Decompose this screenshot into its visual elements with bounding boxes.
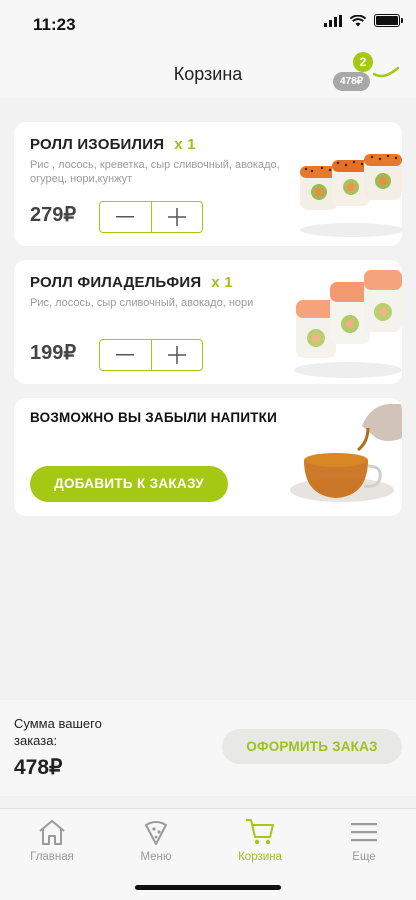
- roll-philadelphia-image: [292, 260, 402, 384]
- cart-content: РОЛЛ ИЗОБИЛИЯ x 1 Рис , лосось, креветка,…: [0, 98, 416, 698]
- battery-icon: [374, 14, 403, 27]
- home-icon: [39, 820, 65, 845]
- status-time: 11:23: [33, 15, 76, 34]
- decrease-button[interactable]: [100, 340, 152, 370]
- header: Корзина 478₽ 2: [0, 50, 416, 98]
- cart-total-badge: 478₽: [333, 72, 371, 91]
- pizza-icon: [145, 821, 167, 845]
- cart-icon: [246, 819, 274, 845]
- roll-izobilia-image: [292, 122, 402, 246]
- item-qty: x 1: [211, 274, 233, 291]
- cart-item: РОЛЛ ИЗОБИЛИЯ x 1 Рис , лосось, креветка,…: [14, 122, 402, 246]
- tab-more[interactable]: Еще: [324, 817, 404, 863]
- decrease-button[interactable]: [100, 202, 152, 232]
- tab-cart[interactable]: Корзина: [220, 817, 300, 863]
- status-bar: 11:23: [0, 0, 416, 50]
- tab-label: Корзина: [238, 851, 282, 863]
- cart-count-badge: 2: [353, 52, 373, 72]
- tab-label: Меню: [140, 851, 172, 863]
- item-qty: x 1: [174, 136, 196, 153]
- tab-home[interactable]: Главная: [12, 817, 92, 863]
- mini-cart[interactable]: 478₽ 2: [332, 52, 402, 92]
- signal-icon: [324, 14, 342, 27]
- increase-button[interactable]: [152, 340, 203, 370]
- tea-image: [284, 398, 402, 516]
- cart-item: РОЛЛ ФИЛАДЕЛЬФИЯ x 1 Рис, лосось, сыр сли…: [14, 260, 402, 384]
- home-indicator: [135, 885, 281, 890]
- promo-title: ВОЗМОЖНО ВЫ ЗАБЫЛИ НАПИТКИ: [30, 410, 278, 425]
- increase-button[interactable]: [152, 202, 203, 232]
- order-sum-label: Сумма вашего заказа:: [14, 716, 102, 748]
- cart-handle-icon: [372, 66, 400, 78]
- item-description: Рис , лосось, креветка, сыр сливочный, а…: [30, 159, 280, 185]
- wifi-icon: [350, 14, 366, 26]
- tab-menu[interactable]: Меню: [116, 817, 196, 863]
- add-to-order-button[interactable]: ДОБАВИТЬ К ЗАКАЗУ: [30, 466, 228, 502]
- minus-icon: [116, 216, 135, 218]
- plus-icon: [167, 346, 186, 364]
- tab-label: Главная: [30, 851, 74, 863]
- plus-icon: [167, 208, 186, 226]
- tab-label: Еще: [352, 851, 376, 863]
- quantity-stepper: [99, 339, 203, 371]
- item-description: Рис, лосось, сыр сливочный, авокадо, нор…: [30, 297, 254, 309]
- order-sum-value: 478₽: [14, 756, 63, 779]
- item-price: 199₽: [30, 342, 77, 364]
- item-name: РОЛЛ ИЗОБИЛИЯ: [30, 136, 165, 153]
- item-name: РОЛЛ ФИЛАДЕЛЬФИЯ: [30, 274, 202, 291]
- quantity-stepper: [99, 201, 203, 233]
- checkout-button[interactable]: ОФОРМИТЬ ЗАКАЗ: [222, 729, 402, 764]
- minus-icon: [116, 354, 135, 356]
- order-summary: Сумма вашего заказа: 478₽ ОФОРМИТЬ ЗАКАЗ: [0, 700, 416, 796]
- item-price: 279₽: [30, 204, 77, 226]
- menu-icon: [351, 823, 377, 842]
- promo-card: ВОЗМОЖНО ВЫ ЗАБЫЛИ НАПИТКИ ДОБАВИТЬ К ЗА…: [14, 398, 402, 516]
